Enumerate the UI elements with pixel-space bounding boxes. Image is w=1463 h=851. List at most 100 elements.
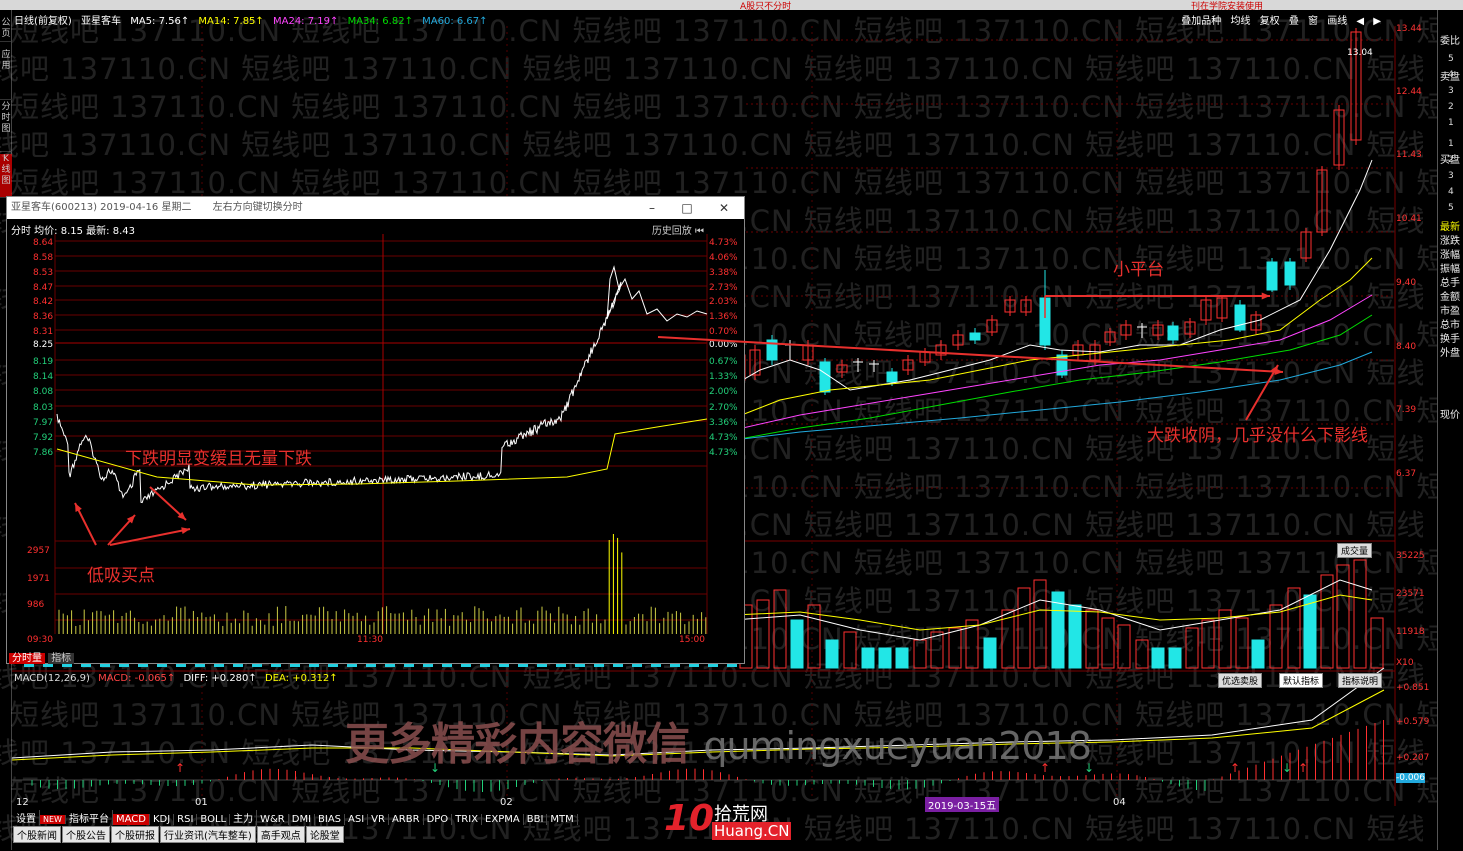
toolbar-draw[interactable]: 画线 [1327,16,1347,27]
indicator-tab[interactable]: 主力 [230,810,258,825]
volume-bar [1101,617,1115,669]
tab-indicator[interactable]: 指标 [48,653,75,664]
indicator-tab[interactable]: TRIX [452,814,483,825]
indicator-help-button[interactable]: 指标说明 [1338,673,1383,688]
maximize-icon[interactable]: □ [672,197,702,219]
stock-name: 亚星客车 [81,16,121,27]
toolbar-window[interactable]: 窗 [1308,16,1318,27]
toolbar-ma[interactable]: 均线 [1230,16,1250,27]
indicator-tab[interactable]: MTM [547,814,578,825]
logo-number: 10 [664,798,715,839]
macd-value: MACD: -0.065↑ [98,673,176,684]
indicator-tab[interactable]: ASI [345,814,369,825]
order-level: 1 [1448,118,1454,128]
select-stock-button[interactable]: 优选卖股 [1218,673,1263,688]
next-icon[interactable]: ▶ [1373,16,1381,27]
indicator-tab[interactable]: 指标平台 [66,810,113,825]
toolbar-adjust[interactable]: 复权 [1260,16,1280,27]
close-icon[interactable]: ✕ [709,197,739,219]
indicator-tab[interactable]: EXPMA [482,814,524,825]
timeshare-chart[interactable]: 8.64 8.58 8.53 8.47 8.42 8.36 8.31 8.25 8.19 8.14… [7,219,744,664]
popup-time-tick: 15:00 [679,635,705,645]
indicator-tab[interactable]: DPO [424,814,453,825]
popup-price-tick: 8.03 [33,403,53,413]
indicator-tab[interactable]: KDJ [150,814,175,825]
indicator-tab[interactable]: 设置 [13,810,40,825]
volume-bar [1235,617,1249,669]
indicator-tab[interactable]: MACD [112,814,150,825]
candle-body [1284,261,1296,286]
popup-pct-tick: 2.73% [709,283,738,293]
candle-body [886,371,898,383]
popup-price-tick: 8.53 [33,268,53,278]
popup-price-tick: 8.47 [33,283,53,293]
right-quote-panel: 委比 卖盘 买盘 最新 涨跌 涨幅 振幅 总手 金额 市盈 总市 换手 外盘 现… [1437,10,1463,850]
volume-bar [1287,587,1301,669]
info-tab[interactable]: 个股研报 [111,826,159,843]
indicator-tab[interactable]: ARBR [389,814,424,825]
popup-titlebar[interactable]: 亚星客车(600213) 2019-04-16 星期二 左右方向键切换分时 – … [7,197,744,219]
indicator-tab[interactable]: NEW [40,815,66,824]
popup-title: 亚星客车(600213) 2019-04-16 星期二 [11,202,192,213]
indicator-tabs: 设置 NEW 指标平台 MACD KDJ RSI BOLL 主力 W&R DMI BIAS ASI VR… [13,810,578,825]
popup-pct-tick: 3.36% [709,418,738,428]
timeshare-popup-window[interactable]: 亚星客车(600213) 2019-04-16 星期二 左右方向键切换分时 – … [6,196,745,664]
popup-pct-tick: 4.06% [709,253,738,263]
annotation-platform: 小平台 [1113,260,1164,280]
indicator-tab[interactable]: BBI [524,814,548,825]
indicator-tab[interactable]: BOLL [197,814,231,825]
volume-button[interactable]: 成交量 [1337,543,1373,558]
quote-label: 市盈 [1440,306,1460,317]
volume-bar [1068,604,1082,669]
popup-vol-tick: 986 [27,600,44,610]
volume-tick: 11918 [1396,627,1425,637]
minimize-icon[interactable]: – [637,197,667,219]
info-tabs: 个股新闻 个股公告 个股研报 行业资讯(汽车整车) 高手观点 论股堂 [13,826,345,843]
default-indicator-button[interactable]: 默认指标 [1279,673,1324,688]
info-tab[interactable]: 高手观点 [256,826,305,843]
indicator-tab[interactable]: VR [368,814,389,825]
macd-tick-current: -0.006 [1396,773,1426,783]
info-tab[interactable]: 个股新闻 [13,826,61,843]
indicator-tab[interactable]: DMI [289,814,316,825]
info-tab[interactable]: 论股堂 [305,826,344,843]
macd-tick: +0.579 [1396,717,1430,727]
info-tab[interactable]: 行业资讯(汽车整车) [160,826,256,843]
candle-body [1167,325,1179,341]
popup-price-tick: 8.31 [33,327,53,337]
quote-label: 总市 [1440,320,1460,331]
popup-time-tick: 11:30 [357,635,383,645]
diff-value: DIFF: +0.280↑ [183,673,257,684]
signal-arrow: ↓ [1282,761,1292,775]
price-tick: 6.37 [1396,469,1417,479]
volume-bar [1370,617,1384,669]
tab-timeshare-volume[interactable]: 分时量 [9,653,45,664]
ma24-label: MA24: 7.19↑ [272,16,339,27]
moving-average-lines [733,159,1373,441]
order-level: 4 [1448,70,1454,80]
popup-pct-tick: 3.38% [709,268,738,278]
price-tick: 13.44 [1396,24,1422,34]
prev-icon[interactable]: ◀ [1356,16,1364,27]
volume-bar [1117,624,1131,669]
popup-price-tick: 8.25 [33,340,53,350]
chart-toolbar: 叠加品种 均线 复权 叠 窗 画线 ◀ ▶ [1175,12,1381,27]
popup-pct-tick: 0.67% [709,357,738,367]
toolbar-stack[interactable]: 叠 [1289,16,1299,27]
volume-bar [1269,604,1283,669]
price-tick: 12.44 [1396,87,1422,97]
period-label: 日线(前复权) [14,16,72,27]
info-tab[interactable]: 个股公告 [62,826,110,843]
volume-bar [1201,619,1215,669]
indicator-tab[interactable]: RSI [174,814,198,825]
volume-bar [930,631,944,669]
order-level: 5 [1448,203,1454,213]
popup-price-tick: 8.42 [33,297,53,307]
x-axis-label: 01 [195,797,208,808]
indicator-tab[interactable]: BIAS [315,814,346,825]
volume-bar [825,639,839,669]
indicator-tab[interactable]: W&R [257,814,289,825]
x-axis-label: 02 [500,797,513,808]
volume-bar [1033,579,1047,669]
toolbar-overlay[interactable]: 叠加品种 [1181,16,1221,27]
